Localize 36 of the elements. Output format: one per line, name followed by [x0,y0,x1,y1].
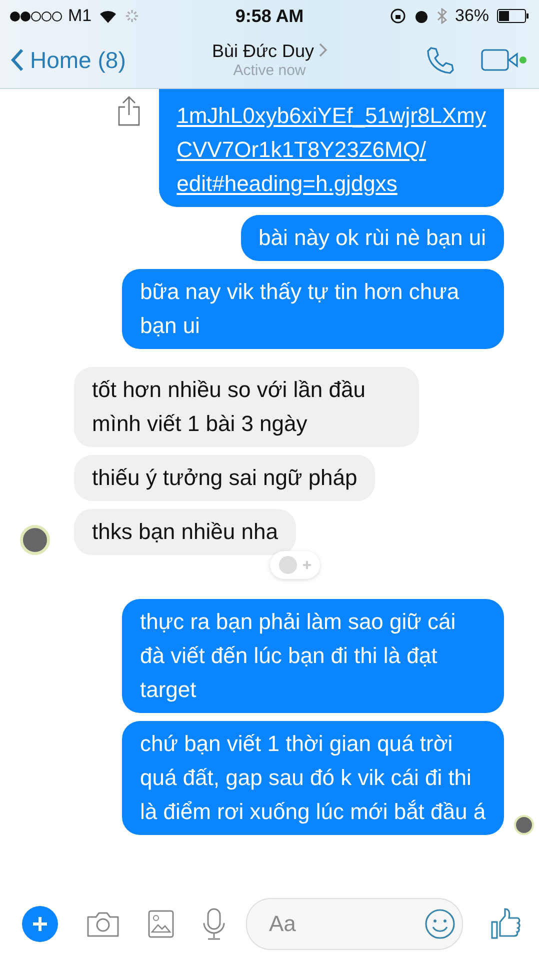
contact-name[interactable]: Bùi Đức Duy [212,41,328,62]
message-input[interactable]: Aa [267,910,424,938]
message-bubble: tốt hơn nhiều so với lần đầu mình viết 1 bài 3 ngày [74,367,419,447]
plus-icon [31,915,49,933]
message-bubble: chứ bạn viết 1 thời gian quá trời quá đất, gap sau đó k vik cái đi thi là điểm rơi xuống lúc mới bắt đầu á [122,721,504,835]
battery-percent: 36% [454,6,490,26]
add-button[interactable] [22,906,58,942]
message-bubble: thiếu ý tưởng sai ngữ pháp [74,455,376,501]
clock-time: 9:58 AM [235,6,304,26]
back-chevron-icon [10,48,24,72]
microphone-icon[interactable] [202,908,226,940]
message-field[interactable]: Aa [246,898,463,950]
active-status: Active now [233,62,306,79]
camera-icon[interactable] [86,910,120,938]
message-bubble: bài này ok rùi nè bạn ui [240,215,504,261]
video-call-icon[interactable] [481,48,529,72]
battery-icon [497,9,530,23]
thumbs-up-icon[interactable] [491,908,521,940]
rotation-lock-icon [390,8,406,24]
bluetooth-icon [436,8,447,24]
signal-icon [10,10,62,22]
link[interactable]: edit#heading=h.gjdgxs [176,167,486,201]
loading-icon [124,8,140,24]
phone-icon[interactable] [425,45,455,75]
image-icon[interactable] [148,910,174,938]
message-bubble: thks bạn nhiều nha [74,509,296,555]
message-bubble: thực ra bạn phải làm sao giữ cái đà viết đến lúc bạn đi thi là đạt target [122,599,504,713]
emoji-icon[interactable] [424,908,456,940]
link[interactable]: CVV7Or1k1T8Y23Z6MQ/ [176,133,486,167]
carrier-name: M1 [68,6,92,26]
back-link[interactable]: Home (8) [10,46,212,74]
share-icon[interactable] [116,95,141,127]
chevron-icon [319,43,328,57]
message-bubble: bữa nay vik thấy tự tin hơn chưa bạn ui [122,269,504,349]
link[interactable]: 1mJhL0xyb6xiYEf_51wjr8LXmy [176,99,486,133]
wifi-icon [98,8,118,24]
